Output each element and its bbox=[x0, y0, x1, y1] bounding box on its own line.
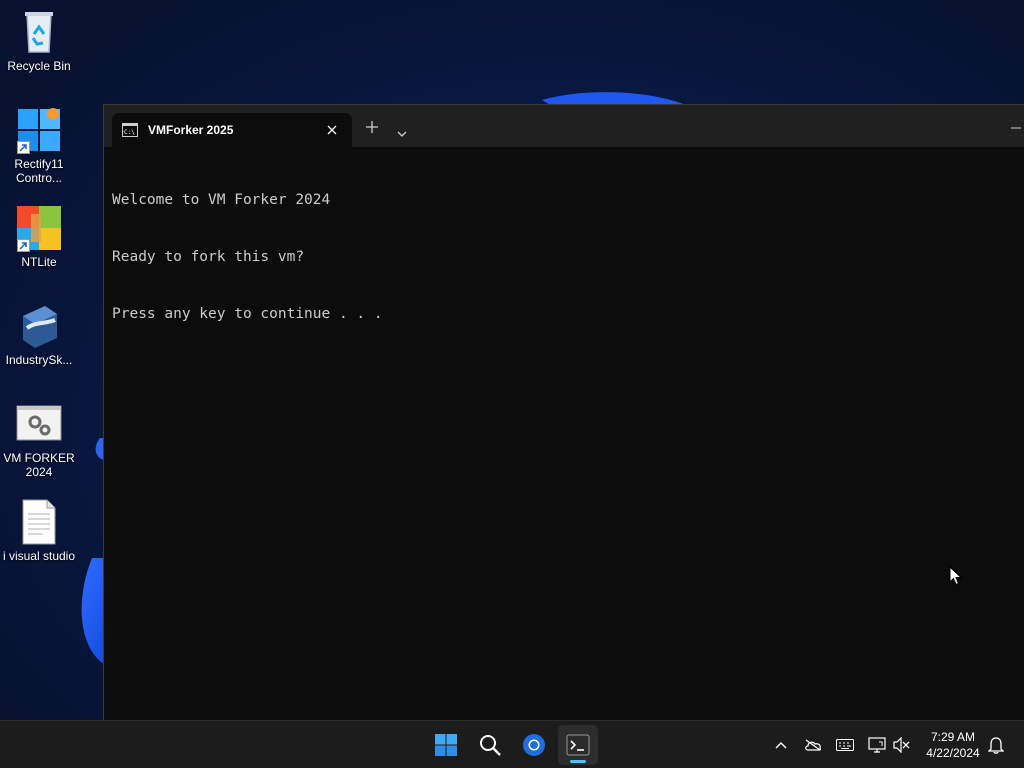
close-tab-button[interactable] bbox=[324, 122, 340, 138]
cmd-icon: C:\ bbox=[122, 123, 138, 142]
search-button[interactable] bbox=[470, 725, 510, 765]
notifications-button[interactable] bbox=[986, 735, 1006, 755]
start-button[interactable] bbox=[426, 725, 466, 765]
chevron-down-icon bbox=[397, 131, 407, 137]
tab-dropdown-button[interactable] bbox=[397, 124, 407, 142]
settings-window-icon bbox=[15, 400, 63, 448]
show-hidden-icons-button[interactable] bbox=[771, 735, 791, 755]
active-app-indicator bbox=[570, 760, 586, 763]
minimize-button[interactable] bbox=[1010, 120, 1022, 138]
search-icon bbox=[480, 735, 501, 756]
recycle-bin-icon bbox=[15, 8, 63, 56]
windows-logo-icon bbox=[15, 106, 63, 154]
onedrive-tray-button[interactable] bbox=[803, 735, 823, 755]
desktop-icon-rectify11[interactable]: Rectify11 Contro... bbox=[0, 106, 78, 185]
shortcut-arrow-icon bbox=[17, 239, 30, 252]
console-line: Ready to fork this vm? bbox=[112, 249, 305, 265]
industry-sketch-icon bbox=[15, 302, 63, 350]
clock-time: 7:29 AM bbox=[930, 730, 976, 744]
volume-tray-button[interactable] bbox=[892, 735, 912, 755]
close-icon bbox=[327, 125, 337, 135]
shortcut-arrow-icon bbox=[17, 141, 30, 154]
network-icon bbox=[868, 737, 886, 753]
desktop-icon-visual-studio-file[interactable]: i visual studio bbox=[0, 498, 78, 563]
keyboard-icon bbox=[836, 739, 854, 751]
input-indicator-button[interactable] bbox=[835, 735, 855, 755]
volume-muted-icon bbox=[893, 737, 910, 753]
taskbar: 7:29 AM 4/22/2024 bbox=[0, 720, 1024, 768]
console-line: Press any key to continue . . . bbox=[112, 306, 383, 322]
desktop-icon-ntlite[interactable]: NTLite bbox=[0, 204, 78, 269]
plus-icon bbox=[366, 121, 378, 133]
desktop-icon-vm-forker[interactable]: VM FORKER 2024 bbox=[0, 400, 78, 479]
taskbar-clock[interactable]: 7:29 AM 4/22/2024 bbox=[918, 729, 988, 761]
terminal-taskbar-button[interactable] bbox=[558, 725, 598, 765]
chevron-up-icon bbox=[775, 742, 787, 749]
desktop-icon-industrysketch[interactable]: IndustrySk... bbox=[0, 302, 78, 367]
console-line: Welcome to VM Forker 2024 bbox=[112, 192, 331, 208]
minimize-icon bbox=[1011, 127, 1021, 129]
network-tray-button[interactable] bbox=[867, 735, 887, 755]
text-document-icon bbox=[15, 498, 63, 546]
terminal-icon bbox=[566, 734, 590, 756]
chromium-icon bbox=[523, 734, 545, 756]
onedrive-icon bbox=[805, 739, 822, 751]
svg-text:C:\: C:\ bbox=[124, 129, 135, 136]
new-tab-button[interactable] bbox=[365, 120, 379, 139]
terminal-tab[interactable]: C:\ VMForker 2025 bbox=[112, 113, 352, 147]
chromium-taskbar-button[interactable] bbox=[514, 725, 554, 765]
desktop-icon-recycle-bin[interactable]: Recycle Bin bbox=[0, 8, 78, 73]
mouse-cursor-icon bbox=[949, 566, 963, 586]
start-icon bbox=[435, 734, 457, 756]
window-titlebar[interactable]: C:\ VMForker 2025 bbox=[104, 105, 1024, 147]
tab-title: VMForker 2025 bbox=[148, 123, 234, 137]
ntlite-icon bbox=[15, 204, 63, 252]
notification-bell-icon bbox=[988, 737, 1004, 754]
console-output[interactable]: Welcome to VM Forker 2024 Ready to fork … bbox=[112, 153, 1016, 712]
terminal-window[interactable]: C:\ VMForker 2025 Welcome to VM Forker 2… bbox=[103, 104, 1024, 720]
clock-date: 4/22/2024 bbox=[926, 746, 980, 760]
